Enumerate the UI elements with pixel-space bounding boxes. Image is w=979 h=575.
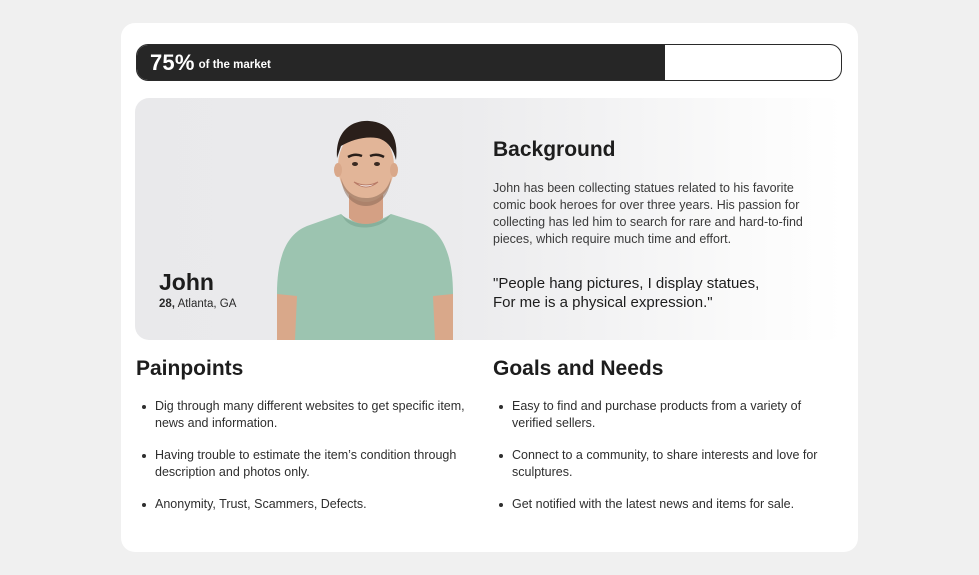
list-item: Dig through many different websites to g… [137, 398, 467, 431]
list-item: Anonymity, Trust, Scammers, Defects. [137, 496, 467, 513]
background-text: John has been collecting statues related… [493, 181, 803, 246]
painpoints-list: Dig through many different websites to g… [137, 398, 467, 529]
list-item: Get notified with the latest news and it… [494, 496, 824, 513]
persona-name: John [159, 269, 214, 295]
persona-quote: "People hang pictures, I display statues… [493, 274, 833, 312]
market-share-percent: 75% [150, 49, 195, 75]
market-share-label: 75% of the market [150, 45, 271, 80]
market-share-suffix: of the market [198, 59, 271, 71]
market-share-bar: 75% of the market [136, 44, 842, 81]
persona-location: Atlanta, GA [177, 298, 237, 310]
quote-line-1: "People hang pictures, I display statues… [493, 275, 760, 292]
persona-hero: John 28, Atlanta, GA Background John has… [135, 98, 843, 340]
persona-card: 75% of the market John 28, Atlanta, GA B… [121, 23, 858, 552]
persona-meta: 28, Atlanta, GA [159, 298, 236, 310]
list-item: Connect to a community, to share interes… [494, 447, 824, 480]
persona-photo [277, 120, 453, 340]
list-item: Easy to find and purchase products from … [494, 398, 824, 431]
goals-list: Easy to find and purchase products from … [494, 398, 824, 529]
painpoints-title: Painpoints [136, 357, 244, 380]
background-title: Background [493, 138, 616, 161]
quote-line-2: For me is a physical expression." [493, 294, 713, 311]
persona-age: 28, [159, 298, 175, 310]
goals-title: Goals and Needs [493, 357, 664, 380]
list-item: Having trouble to estimate the item’s co… [137, 447, 467, 480]
